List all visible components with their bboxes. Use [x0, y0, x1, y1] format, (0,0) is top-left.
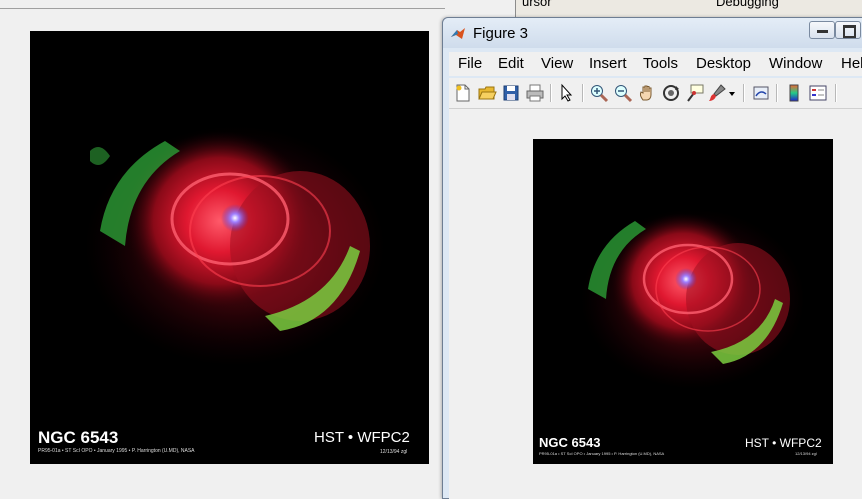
colorbar-icon[interactable] — [784, 83, 804, 103]
image-date: 12/13/94 zgl — [380, 449, 408, 455]
image-instrument: HST • WFPC2 — [314, 429, 410, 446]
figure-canvas[interactable]: NGC 6543 PR95-01a • ST ScI OPO • January… — [449, 109, 862, 499]
menu-bar: File Edit View Insert Tools Desktop Wind… — [449, 52, 862, 76]
minimize-button[interactable] — [809, 21, 835, 39]
image-date: 12/13/94 zgl — [795, 451, 817, 456]
title-bar[interactable]: Figure 3 — [443, 18, 862, 48]
rotate-3d-icon[interactable] — [661, 83, 681, 103]
window-title: Figure 3 — [473, 25, 529, 42]
figure-nebula-image: NGC 6543 PR95-01a • ST ScI OPO • January… — [533, 139, 833, 464]
figure-window[interactable]: Figure 3 File Edit View Insert Tools Des… — [442, 17, 862, 499]
image-title: NGC 6543 — [539, 435, 601, 450]
link-plot-icon[interactable] — [751, 83, 771, 103]
toolbar-separator — [776, 84, 778, 102]
partial-label-cursor: ursor — [522, 0, 552, 9]
image-instrument: HST • WFPC2 — [745, 436, 822, 450]
save-icon[interactable] — [501, 83, 521, 103]
data-cursor-icon[interactable] — [685, 83, 705, 103]
background-edge — [0, 0, 445, 9]
pan-hand-icon[interactable] — [637, 83, 657, 103]
image-credit: PR95-01a • ST ScI OPO • January 1995 • P… — [38, 448, 195, 454]
menu-desktop[interactable]: Desktop — [696, 55, 751, 72]
toolbar-separator — [743, 84, 745, 102]
matlab-icon — [451, 28, 465, 39]
nebula-graphic — [581, 209, 805, 389]
menu-window[interactable]: Window — [769, 55, 822, 72]
figure-toolbar — [449, 78, 862, 109]
new-figure-icon[interactable] — [453, 83, 473, 103]
minimize-icon — [817, 30, 828, 33]
pointer-icon[interactable] — [557, 83, 577, 103]
legend-icon[interactable] — [808, 83, 828, 103]
zoom-out-icon[interactable] — [613, 83, 633, 103]
brush-dropdown-icon[interactable] — [727, 83, 737, 103]
image-credit: PR95-01a • ST ScI OPO • January 1995 • P… — [539, 451, 665, 456]
menu-insert[interactable]: Insert — [589, 55, 627, 72]
menu-help[interactable]: Hel — [841, 55, 862, 72]
zoom-in-icon[interactable] — [589, 83, 609, 103]
toolbar-separator — [550, 84, 552, 102]
menu-file[interactable]: File — [458, 55, 482, 72]
nebula-graphic — [85, 126, 385, 366]
partial-label-debugging: Debugging — [716, 0, 779, 9]
toolbar-separator — [582, 84, 584, 102]
print-icon[interactable] — [525, 83, 545, 103]
brush-icon[interactable] — [707, 83, 727, 103]
maximize-button[interactable] — [835, 21, 861, 39]
background-editor-panel: ursor Debugging — [515, 0, 862, 18]
toolbar-separator — [835, 84, 837, 102]
image-title: NGC 6543 — [38, 428, 119, 447]
open-file-icon[interactable] — [477, 83, 497, 103]
left-nebula-image: NGC 6543 PR95-01a • ST ScI OPO • January… — [30, 31, 429, 464]
menu-tools[interactable]: Tools — [643, 55, 678, 72]
menu-edit[interactable]: Edit — [498, 55, 524, 72]
menu-view[interactable]: View — [541, 55, 573, 72]
maximize-icon — [843, 25, 856, 38]
